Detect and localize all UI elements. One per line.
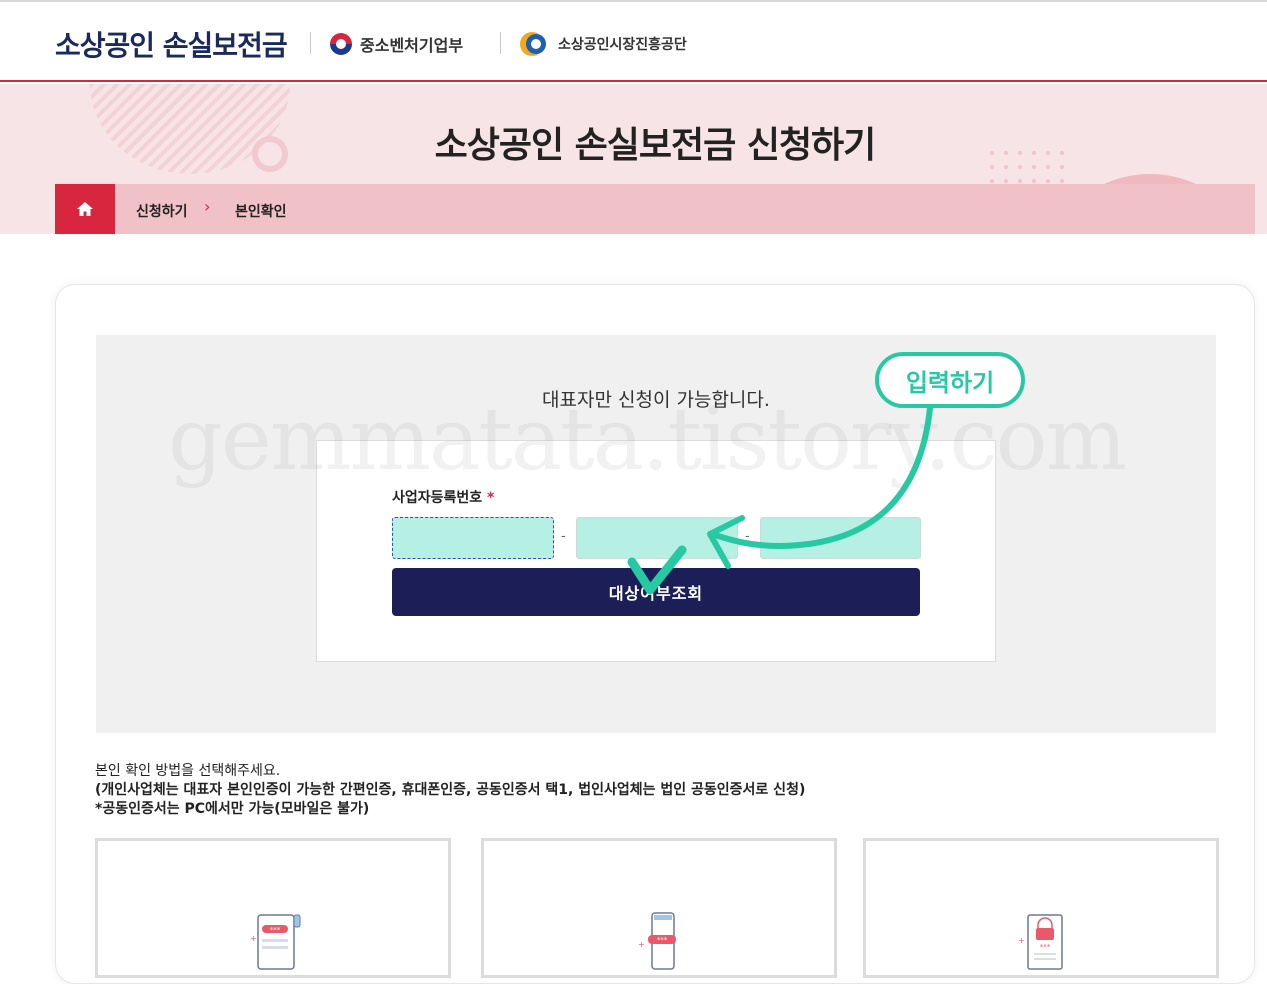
guide-line1: 본인 확인 방법을 선택해주세요. [95, 763, 281, 779]
certificate-lock-icon: *** + [1018, 914, 1063, 970]
auth-method-certificate[interactable]: *** + [863, 838, 1219, 978]
auth-method-mobile[interactable]: *** + [481, 838, 837, 978]
mobile-phone-auth-icon: *** + [638, 912, 676, 970]
eligibility-check-button[interactable]: 대상여부조회 [392, 568, 920, 616]
business-number-part3-input[interactable] [760, 517, 921, 559]
svg-text:+: + [638, 940, 645, 949]
org-mss-label: 중소벤처기업부 [360, 36, 464, 55]
org-semas-label: 소상공인시장진흥공단 [558, 37, 687, 53]
auth-method-guide: 본인 확인 방법을 선택해주세요. (개인사업체는 대표자 본인인증이 가능한 … [95, 762, 805, 819]
svg-text:***: *** [657, 936, 668, 944]
semas-logo-icon [520, 32, 550, 56]
required-mark: * [487, 490, 495, 506]
auth-method-simple[interactable]: *** + [95, 838, 451, 978]
home-button[interactable] [55, 184, 115, 234]
page-banner: 소상공인 손실보전금 신청하기 신청하기 › 본인확인 [0, 84, 1267, 234]
page-title: 소상공인 손실보전금 신청하기 [434, 125, 877, 166]
simple-auth-document-icon: *** + [250, 914, 301, 970]
representative-notice: 대표자만 신청이 가능합니다. [542, 389, 770, 411]
guide-line3: *공동인증서는 PC에서만 가능(모바일은 불가) [95, 801, 370, 817]
header-divider [500, 32, 501, 54]
header-divider [310, 32, 311, 54]
business-number-part2-input[interactable] [576, 517, 738, 559]
svg-text:+: + [250, 934, 257, 943]
home-icon [77, 202, 93, 216]
breadcrumb-item-verify[interactable]: 본인확인 [235, 201, 287, 221]
taegeuk-emblem-icon [330, 33, 352, 55]
business-number-part1-input[interactable] [392, 517, 554, 559]
dash-separator: - [561, 529, 566, 544]
business-number-label: 사업자등록번호 * [392, 487, 494, 507]
business-number-form: 사업자등록번호 * - - 대상여부조회 [316, 440, 996, 662]
verification-panel: 대표자만 신청이 가능합니다. 사업자등록번호 * - - 대상여부조회 [96, 335, 1216, 733]
svg-text:+: + [1018, 936, 1025, 945]
chevron-right-icon: › [204, 197, 211, 216]
dash-separator: - [745, 529, 750, 544]
auth-method-list: *** + *** + *** + [95, 838, 1219, 978]
site-header: 소상공인 손실보전금 중소벤처기업부 소상공인시장진흥공단 [0, 2, 1267, 82]
annotation-bubble: 입력하기 [875, 352, 1025, 408]
guide-line2: (개인사업체는 대표자 본인인증이 가능한 간편인증, 휴대폰인증, 공동인증서… [95, 782, 806, 798]
org-mss[interactable]: 중소벤처기업부 [330, 32, 463, 56]
svg-text:***: *** [270, 926, 281, 934]
svg-text:***: *** [1040, 943, 1051, 951]
business-number-label-text: 사업자등록번호 [392, 490, 483, 506]
breadcrumb: 신청하기 › 본인확인 [55, 184, 1255, 234]
org-semas[interactable]: 소상공인시장진흥공단 [520, 32, 687, 56]
breadcrumb-item-apply[interactable]: 신청하기 [136, 201, 188, 221]
site-title[interactable]: 소상공인 손실보전금 [55, 24, 288, 64]
